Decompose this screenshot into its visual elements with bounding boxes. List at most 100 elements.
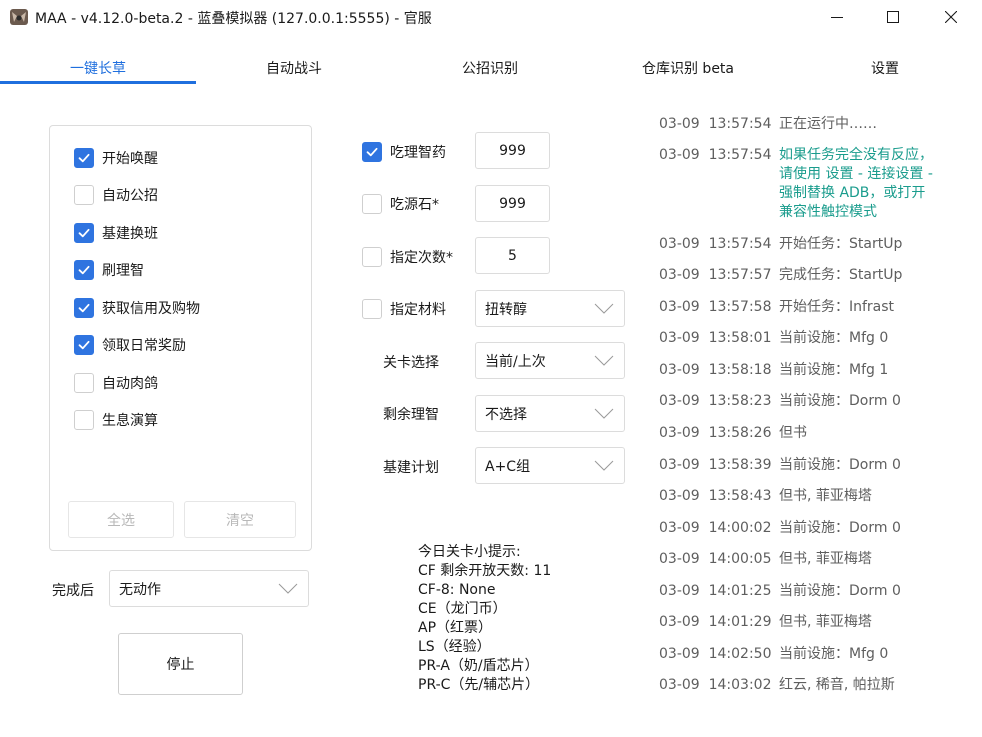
task-roguelike[interactable]: 自动肉鸽: [74, 372, 158, 394]
log-date: 03-09: [659, 267, 700, 283]
task-startup[interactable]: 开始唤醒: [74, 147, 158, 169]
checkbox[interactable]: [74, 260, 94, 280]
log-time: 14:00:05: [708, 551, 772, 567]
log-row: 03-09 13:57:54 如果任务完全没有反应， 请使用 设置 - 连接设置 …: [659, 146, 933, 222]
option-label: 指定次数*: [390, 250, 453, 266]
tips-line: 今日关卡小提示:: [418, 544, 521, 560]
material-select[interactable]: 扭转醇: [475, 290, 625, 327]
log-time: 13:57:54: [708, 147, 772, 163]
log-time: 13:57:58: [708, 299, 772, 315]
tab-auto-farm[interactable]: 一键长草: [0, 52, 196, 83]
log-time: 13:58:39: [708, 457, 772, 473]
checkbox[interactable]: [362, 142, 382, 162]
log-message: 当前设施：Dorm 0: [779, 583, 901, 599]
task-fight[interactable]: 刷理智: [74, 259, 144, 281]
checkbox[interactable]: [74, 298, 94, 318]
log-row: 03-09 14:00:02 当前设施：Dorm 0: [659, 519, 901, 538]
log-date: 03-09: [659, 488, 700, 504]
option-label: 指定材料: [390, 302, 446, 318]
option-times[interactable]: 指定次数*: [362, 246, 453, 268]
log-time: 13:57:54: [708, 116, 772, 132]
task-label: 基建换班: [102, 226, 158, 242]
log-date: 03-09: [659, 393, 700, 409]
log-message: 当前设施：Dorm 0: [779, 457, 901, 473]
stop-button[interactable]: 停止: [118, 633, 243, 695]
log-time: 13:58:26: [708, 425, 772, 441]
log-message: 开始任务：StartUp: [779, 236, 903, 252]
checkbox[interactable]: [74, 148, 94, 168]
option-material[interactable]: 指定材料: [362, 298, 446, 320]
log-time: 13:57:57: [708, 267, 772, 283]
option-label: 吃源石*: [390, 197, 439, 213]
checkbox[interactable]: [74, 185, 94, 205]
log-row: 03-09 13:58:26 但书: [659, 424, 807, 443]
remaining-sanity-select[interactable]: 不选择: [475, 395, 625, 432]
minimize-icon: [831, 17, 843, 18]
checkmark-icon: [78, 303, 90, 313]
after-finish-label: 完成后: [52, 583, 94, 599]
after-finish-select[interactable]: 无动作: [109, 570, 309, 607]
checkbox[interactable]: [362, 247, 382, 267]
checkbox[interactable]: [74, 373, 94, 393]
log-date: 03-09: [659, 677, 700, 693]
chevron-down-icon: [594, 303, 614, 314]
log-message: 但书, 菲亚梅塔: [779, 551, 872, 567]
tab-settings[interactable]: 设置: [788, 52, 982, 83]
log-message: 完成任务：StartUp: [779, 267, 903, 283]
checkbox[interactable]: [74, 410, 94, 430]
times-count-input[interactable]: 5: [475, 237, 550, 274]
minimize-button[interactable]: [808, 0, 866, 34]
active-tab-indicator: [0, 81, 196, 84]
log-message: 但书: [779, 425, 807, 441]
maximize-button[interactable]: [864, 0, 922, 34]
log-message: 当前设施：Dorm 0: [779, 393, 901, 409]
maximize-icon: [887, 11, 899, 23]
task-infrast[interactable]: 基建换班: [74, 222, 158, 244]
log-time: 13:58:01: [708, 330, 772, 346]
window-title: MAA - v4.12.0-beta.2 - 蓝叠模拟器 (127.0.0.1:…: [35, 11, 432, 27]
tips-line: LS（经验）: [418, 639, 491, 655]
infrast-plan-select[interactable]: A+C组: [475, 447, 625, 484]
option-label: 吃理智药: [390, 145, 446, 161]
title-bar: MAA - v4.12.0-beta.2 - 蓝叠模拟器 (127.0.0.1:…: [0, 0, 982, 36]
option-medicine[interactable]: 吃理智药: [362, 141, 446, 163]
medicine-count-input[interactable]: 999: [475, 132, 550, 169]
log-date: 03-09: [659, 520, 700, 536]
log-row: 03-09 14:02:50 当前设施：Mfg 0: [659, 645, 888, 664]
stage-select[interactable]: 当前/上次: [475, 342, 625, 379]
log-row: 03-09 13:58:18 当前设施：Mfg 1: [659, 361, 888, 380]
option-stone[interactable]: 吃源石*: [362, 193, 439, 215]
task-award[interactable]: 领取日常奖励: [74, 334, 186, 356]
close-button[interactable]: [922, 0, 980, 34]
tab-recruit[interactable]: 公招识别: [392, 52, 588, 83]
log-date: 03-09: [659, 551, 700, 567]
remaining-sanity-label: 剩余理智: [383, 407, 439, 423]
task-mall[interactable]: 获取信用及购物: [74, 297, 200, 319]
task-recruit[interactable]: 自动公招: [74, 184, 158, 206]
clear-button[interactable]: 清空: [184, 501, 296, 538]
log-time: 14:00:02: [708, 520, 772, 536]
log-time: 14:01:25: [708, 583, 772, 599]
log-message: 如果任务完全没有反应， 请使用 设置 - 连接设置 - 强制替换 ADB，或打开…: [779, 147, 933, 220]
log-panel[interactable]: 03-09 13:57:54 正在运行中…… 03-09 13:57:54 如果任务…: [650, 110, 982, 737]
remaining-sanity-value: 不选择: [485, 406, 527, 423]
task-reclamation[interactable]: 生息演算: [74, 409, 158, 431]
checkbox[interactable]: [74, 223, 94, 243]
log-date: 03-09: [659, 457, 700, 473]
select-all-button[interactable]: 全选: [68, 501, 174, 538]
task-label: 自动公招: [102, 188, 158, 204]
tab-auto-battle[interactable]: 自动战斗: [196, 52, 392, 83]
checkbox[interactable]: [362, 299, 382, 319]
log-message: 当前设施：Mfg 0: [779, 330, 889, 346]
task-label: 获取信用及购物: [102, 301, 200, 317]
log-date: 03-09: [659, 299, 700, 315]
material-value: 扭转醇: [485, 301, 527, 318]
checkbox[interactable]: [74, 335, 94, 355]
log-message: 当前设施：Mfg 1: [779, 362, 889, 378]
log-row: 03-09 13:58:01 当前设施：Mfg 0: [659, 329, 888, 348]
tab-depot[interactable]: 仓库识别 beta: [588, 52, 788, 83]
tips-line: CF 剩余开放天数: 11: [418, 563, 552, 579]
checkmark-icon: [78, 265, 90, 275]
stone-count-input[interactable]: 999: [475, 185, 550, 222]
checkbox[interactable]: [362, 194, 382, 214]
